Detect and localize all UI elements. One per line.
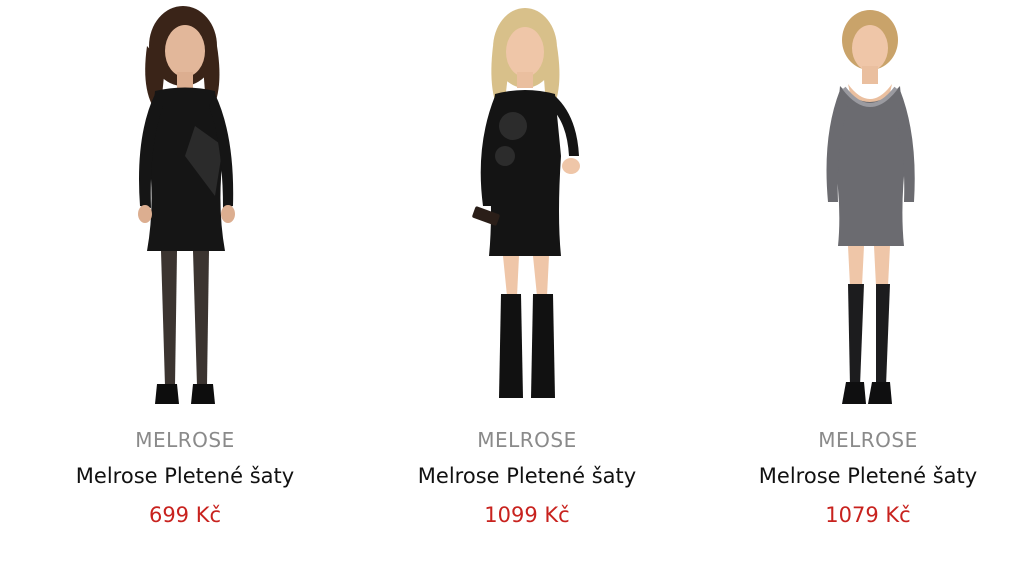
product-price: 699 Kč xyxy=(148,503,222,527)
product-price: 1099 Kč xyxy=(484,503,570,527)
product-brand[interactable]: MELROSE xyxy=(377,428,677,452)
product-image[interactable] xyxy=(427,6,627,418)
product-price: 1079 Kč xyxy=(825,503,911,527)
product-brand[interactable]: MELROSE xyxy=(718,428,1018,452)
product-name[interactable]: Melrose Pletené šaty xyxy=(718,464,1018,488)
model-photo-grey-dress xyxy=(826,10,915,404)
product-card[interactable]: MELROSE Melrose Pletené šaty 699 Kč xyxy=(35,0,335,561)
product-grid: MELROSE Melrose Pletené šaty 699 Kč MELR… xyxy=(0,0,1024,561)
product-brand[interactable]: MELROSE xyxy=(35,428,335,452)
model-photo-black-dress-boots xyxy=(472,8,580,398)
product-card[interactable]: MELROSE Melrose Pletené šaty 1079 Kč xyxy=(718,0,1018,561)
product-image[interactable] xyxy=(85,6,285,418)
product-image[interactable] xyxy=(768,6,968,418)
product-name[interactable]: Melrose Pletené šaty xyxy=(377,464,677,488)
model-photo-black-dress xyxy=(138,6,235,404)
product-name[interactable]: Melrose Pletené šaty xyxy=(35,464,335,488)
product-card[interactable]: MELROSE Melrose Pletené šaty 1099 Kč xyxy=(377,0,677,561)
